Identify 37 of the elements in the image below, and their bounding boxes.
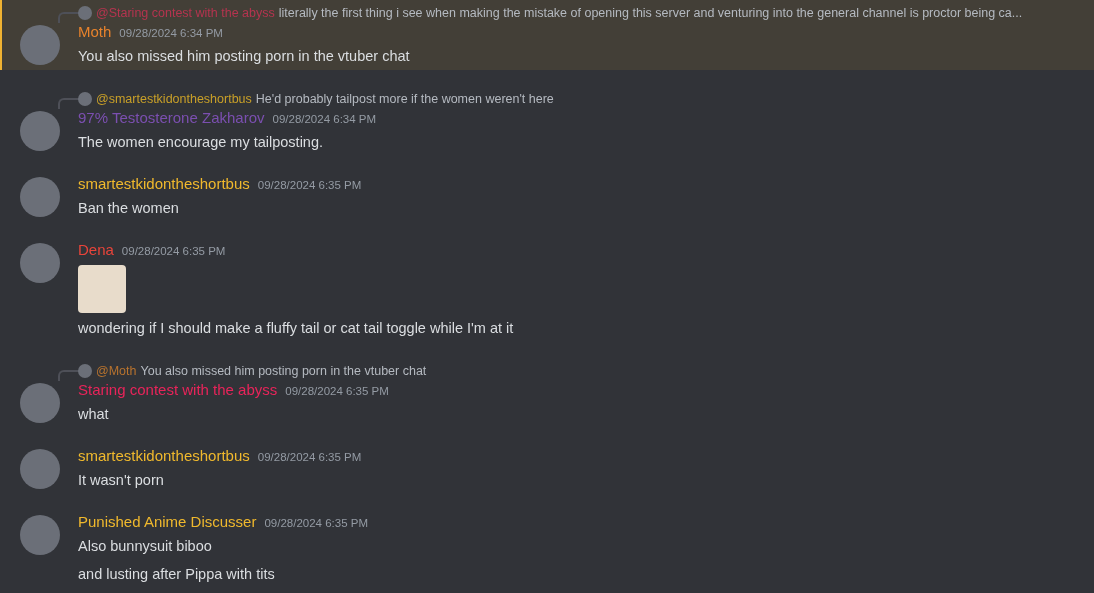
avatar[interactable]: [20, 243, 60, 283]
timestamp: 09/28/2024 6:35 PM: [257, 451, 362, 463]
username[interactable]: Moth: [78, 23, 112, 40]
reply-author[interactable]: @smartestkidontheshortbus: [96, 92, 252, 106]
timestamp: 09/28/2024 6:35 PM: [285, 385, 389, 397]
username[interactable]: Dena: [78, 241, 114, 258]
timestamp: 09/28/2024 6:35 PM: [264, 517, 368, 529]
avatar[interactable]: [20, 515, 60, 555]
avatar[interactable]: [20, 383, 60, 423]
reply-avatar: [78, 6, 92, 20]
message-text: It wasn't porn: [78, 471, 165, 490]
message-text: and lusting after Pippa with tits: [78, 565, 276, 584]
username[interactable]: Staring contest with the abyss: [78, 381, 278, 398]
timestamp: 09/28/2024 6:35 PM: [121, 245, 226, 257]
message-text: Ban the women: [78, 199, 180, 218]
reply-preview[interactable]: literally the first thing i see when making the mistake of opening this server and venturing into the general channel is proctor being ca...: [278, 6, 1023, 20]
reply-avatar: [78, 92, 92, 106]
message-text: The women encourage my tailposting.: [78, 133, 325, 152]
message-text: Also bunnysuit biboo: [78, 537, 213, 556]
avatar[interactable]: [20, 111, 60, 151]
username[interactable]: smartestkidontheshortbus: [78, 175, 250, 192]
avatar[interactable]: [20, 25, 60, 65]
avatar[interactable]: [20, 449, 60, 489]
username[interactable]: smartestkidontheshortbus: [78, 447, 250, 464]
timestamp: 09/28/2024 6:34 PM: [119, 27, 223, 39]
message-text: what: [78, 405, 110, 424]
username[interactable]: Punished Anime Discusser: [78, 513, 257, 530]
timestamp: 09/28/2024 6:34 PM: [272, 113, 377, 125]
reply-author[interactable]: @Moth: [96, 364, 137, 378]
timestamp: 09/28/2024 6:35 PM: [257, 179, 362, 191]
avatar[interactable]: [20, 177, 60, 217]
reply-preview[interactable]: You also missed him posting porn in the vtuber chat: [140, 364, 427, 378]
message-text: You also missed him posting porn in the vtuber chat: [78, 47, 411, 66]
message-text: wondering if I should make a fluffy tail or cat tail toggle while I'm at it: [78, 319, 515, 338]
reply-preview[interactable]: He'd probably tailpost more if the women weren't here: [255, 92, 554, 106]
reply-avatar: [78, 364, 92, 378]
sticker-placeholder: [78, 265, 126, 313]
